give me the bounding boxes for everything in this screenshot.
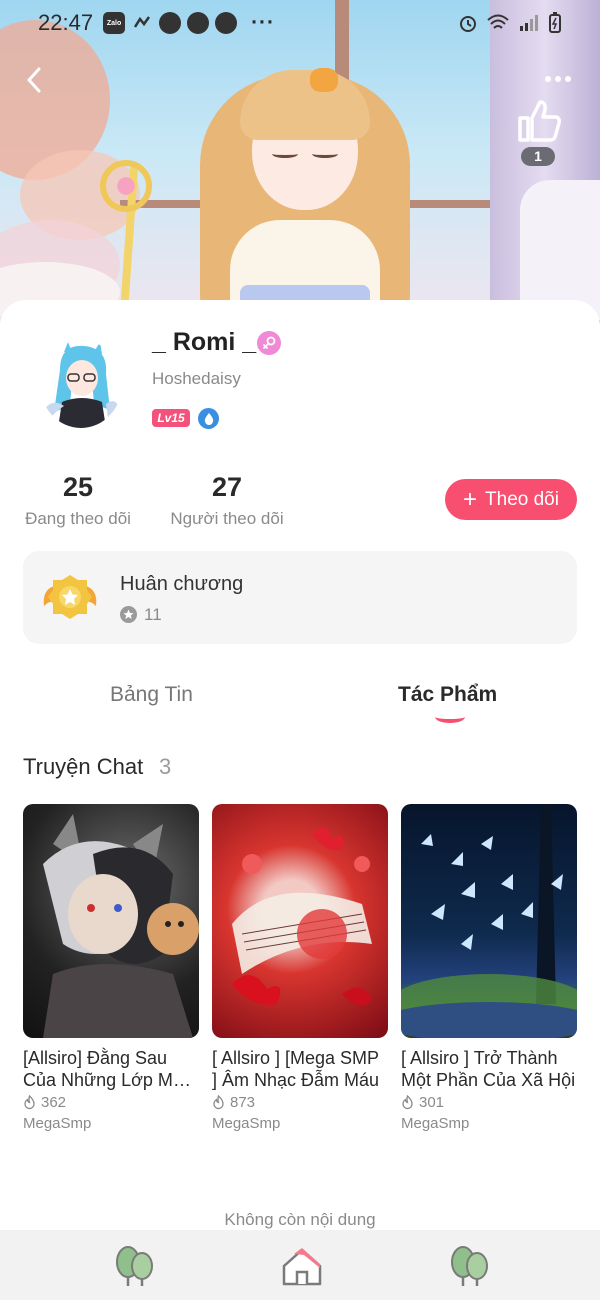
tree-icon <box>116 1246 153 1286</box>
plus-icon: + <box>463 485 478 513</box>
story-title: [ Allsiro ] [Mega SMP ] Âm Nhạc Đẫm Máu <box>212 1048 380 1090</box>
story-views: 301 <box>401 1094 577 1111</box>
story-cover-image <box>212 804 388 1038</box>
cover-character <box>200 60 410 330</box>
following-stat[interactable]: 25 Đang theo dõi <box>22 472 134 529</box>
display-name: _ Romi _ <box>152 328 257 356</box>
medals-title: Huân chương <box>120 573 244 595</box>
story-author: MegaSmp <box>212 1115 281 1132</box>
back-button[interactable] <box>18 62 50 98</box>
thumbs-up-icon <box>518 100 561 142</box>
nav-home-button[interactable] <box>280 1244 324 1288</box>
chevron-left-icon <box>26 67 41 93</box>
story-cover-image <box>23 804 199 1038</box>
tab-feed[interactable]: Bảng Tin <box>110 683 193 707</box>
more-dot <box>555 76 561 82</box>
avatar[interactable] <box>40 340 122 428</box>
story-views: 873 <box>212 1094 388 1111</box>
followers-label: Người theo dõi <box>170 509 284 528</box>
home-icon <box>282 1248 322 1286</box>
section-count: 3 <box>159 754 172 779</box>
profile-cover-image <box>0 0 600 330</box>
medal-icon <box>40 572 100 622</box>
water-drop-icon <box>198 408 219 429</box>
cover-sofa <box>520 180 600 320</box>
alarm-icon <box>460 16 476 32</box>
story-views: 362 <box>23 1094 199 1111</box>
messenger-icon <box>159 12 182 34</box>
follow-button[interactable]: + Theo dõi <box>445 479 577 520</box>
section-title: Truyện Chat <box>23 754 144 779</box>
following-count: 25 <box>62 472 94 502</box>
wifi-icon <box>487 14 509 29</box>
battery-icon <box>549 12 561 33</box>
like-count: 1 <box>521 147 555 166</box>
story-view-count: 873 <box>230 1094 256 1111</box>
activity-icon <box>131 12 153 34</box>
profile-card <box>0 300 600 1300</box>
story-author: MegaSmp <box>401 1115 470 1132</box>
nav-tree-button[interactable] <box>448 1244 492 1288</box>
story-card[interactable]: [ Allsiro ] Trở Thành Một Phần Của Xã Hộ… <box>401 804 577 1132</box>
following-label: Đang theo dõi <box>25 509 131 528</box>
story-card[interactable]: [Allsiro] Đằng Sau Của Những Lớp Mặt Nạ … <box>23 804 199 1132</box>
flame-icon <box>24 1095 35 1110</box>
story-cover-image <box>401 804 577 1038</box>
status-time: 22:47 <box>38 10 94 35</box>
level-badge: Lv15 <box>152 409 190 427</box>
signal-icon <box>520 15 538 31</box>
story-title: [ Allsiro ] Trở Thành Một Phần Của Xã Hộ… <box>401 1048 576 1090</box>
zalo-icon: Zalo <box>103 12 126 34</box>
username: Hoshedaisy <box>152 369 241 388</box>
active-tab-indicator <box>435 711 465 723</box>
medals-count: 11 <box>144 605 162 624</box>
end-of-content-note: Không còn nội dung <box>224 1210 376 1229</box>
story-author: MegaSmp <box>23 1115 92 1132</box>
messenger-icon <box>215 12 238 34</box>
follow-button-label: Theo dõi <box>485 488 559 510</box>
female-gender-icon <box>257 331 281 355</box>
more-dot <box>565 76 571 82</box>
story-view-count: 301 <box>419 1094 445 1111</box>
story-view-count: 362 <box>41 1094 67 1111</box>
nav-tree-button[interactable] <box>113 1244 157 1288</box>
flame-icon <box>213 1095 224 1110</box>
story-card[interactable]: [ Allsiro ] [Mega SMP ] Âm Nhạc Đẫm Máu … <box>212 804 388 1132</box>
more-notifications-icon: ··· <box>251 11 276 34</box>
tab-works[interactable]: Tác Phẩm <box>398 683 497 707</box>
more-dot <box>545 76 551 82</box>
followers-count: 27 <box>211 472 243 502</box>
star-icon <box>120 606 137 623</box>
story-title: [Allsiro] Đằng Sau Của Những Lớp Mặt Nạ <box>23 1048 188 1090</box>
followers-stat[interactable]: 27 Người theo dõi <box>168 472 286 529</box>
medals-panel[interactable] <box>23 551 577 644</box>
messenger-icon <box>187 12 210 34</box>
more-options-button[interactable] <box>540 64 576 94</box>
avatar-character-image <box>40 340 122 428</box>
like-button[interactable] <box>514 96 564 146</box>
flame-icon <box>402 1095 413 1110</box>
cover-wand-heart <box>100 160 152 212</box>
status-bar: 22:47 Zalo ··· <box>0 0 600 46</box>
tree-icon <box>451 1246 488 1286</box>
